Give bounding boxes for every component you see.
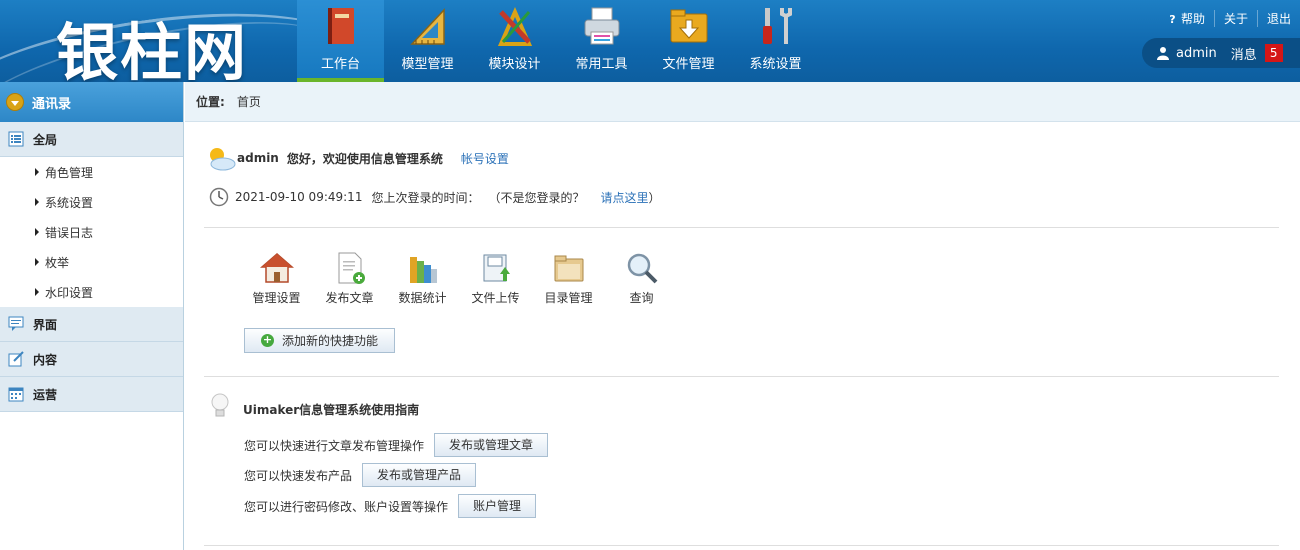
last-login-line: 2021-09-10 09:49:11 您上次登录的时间： （不是您登录的？ 请… <box>209 187 670 207</box>
user-bar: admin 消息 5 <box>1142 38 1300 68</box>
guide-title: Uimaker信息管理系统使用指南 <box>243 403 420 417</box>
guide-row: 您可以快速进行文章发布管理操作 发布或管理文章 <box>244 433 549 457</box>
quick-search[interactable]: 查询 <box>605 251 678 306</box>
help-icon: ? <box>1169 13 1176 26</box>
breadcrumb-label: 位置: <box>196 95 225 109</box>
manage-articles-button[interactable]: 发布或管理文章 <box>434 433 549 457</box>
click-here-link[interactable]: 请点这里 <box>600 189 648 206</box>
group-label: 内容 <box>33 352 58 367</box>
divider <box>204 227 1279 228</box>
divider <box>204 376 1279 377</box>
last-login-time: 2021-09-10 09:49:11 <box>235 190 363 204</box>
folder-download-icon <box>670 9 707 43</box>
printer-icon <box>584 7 619 45</box>
main-nav: 工作台 模型管理 模块设计 常用工具 文件管理 系统设置 <box>297 0 819 82</box>
about-link[interactable]: 关于 <box>1213 10 1257 27</box>
logout-link[interactable]: 退出 <box>1256 10 1300 27</box>
guide-row: 您可以快速发布产品 发布或管理产品 <box>244 463 477 487</box>
sidebar-item-roles[interactable]: 角色管理 <box>0 157 183 187</box>
group-label: 界面 <box>33 317 58 332</box>
not-you-text: （不是您登录的？ <box>488 190 585 205</box>
new-document-icon <box>338 252 365 284</box>
wrench-screwdriver-icon <box>762 8 792 44</box>
ruler-icon <box>409 8 445 45</box>
username[interactable]: admin <box>1176 46 1217 61</box>
triangle-right-icon <box>35 288 39 296</box>
calendar-icon <box>8 387 24 402</box>
quick-manage-settings[interactable]: 管理设置 <box>240 251 313 306</box>
triangle-right-icon <box>35 228 39 236</box>
folder-icon <box>554 255 583 282</box>
sidebar-title: 通讯录 <box>32 96 72 112</box>
edit-icon <box>8 351 24 367</box>
welcome-text: 您好，欢迎使用信息管理系统 <box>286 151 443 166</box>
top-links: ? 帮助 关于 退出 <box>1157 10 1300 27</box>
nav-tab-tools[interactable]: 常用工具 <box>558 0 645 82</box>
triangle-right-icon <box>35 168 39 176</box>
quick-data-stats[interactable]: 数据统计 <box>386 251 459 306</box>
welcome-line: admin 您好，欢迎使用信息管理系统 帐号设置 <box>205 145 509 171</box>
sidebar-item-enum[interactable]: 枚举 <box>0 247 183 277</box>
nav-tab-model[interactable]: 模型管理 <box>384 0 471 82</box>
sidebar-group-content[interactable]: 内容 <box>0 342 183 377</box>
book-icon <box>327 8 354 44</box>
nav-label: 模型管理 <box>401 57 454 72</box>
nav-label: 模块设计 <box>488 57 541 72</box>
lightbulb-icon <box>211 393 229 417</box>
sun-cloud-icon <box>210 148 236 171</box>
nav-label: 系统设置 <box>749 57 802 72</box>
sidebar-item-errorlog[interactable]: 错误日志 <box>0 217 183 247</box>
triangle-right-icon <box>35 258 39 266</box>
sidebar-group-operations[interactable]: 运营 <box>0 377 183 412</box>
breadcrumb-current[interactable]: 首页 <box>237 93 261 110</box>
main-content: admin 您好，欢迎使用信息管理系统 帐号设置 2021-09-10 09:4… <box>185 123 1300 550</box>
messages-link[interactable]: 消息 <box>1231 44 1257 63</box>
quick-actions: 管理设置 发布文章 数据统计 文件上传 目录管理 查询 <box>240 251 678 306</box>
message-count-badge[interactable]: 5 <box>1264 44 1283 62</box>
collapse-arrow-icon <box>6 93 24 111</box>
manage-products-button[interactable]: 发布或管理产品 <box>362 463 477 487</box>
quick-publish-article[interactable]: 发布文章 <box>313 251 386 306</box>
group-label: 运营 <box>33 387 58 402</box>
clock-icon <box>209 187 229 207</box>
add-quick-action-button[interactable]: + 添加新的快捷功能 <box>244 328 396 353</box>
house-icon <box>259 253 294 283</box>
magnifier-icon <box>627 253 657 284</box>
welcome-username: admin <box>237 151 279 165</box>
group-label: 全局 <box>33 132 58 147</box>
nav-label: 工作台 <box>320 57 360 72</box>
bar-books-icon <box>409 257 437 283</box>
file-upload-icon <box>483 254 510 282</box>
help-link[interactable]: ? 帮助 <box>1157 10 1214 27</box>
sidebar-item-system[interactable]: 系统设置 <box>0 187 183 217</box>
user-icon <box>1157 47 1169 60</box>
close-paren: ） <box>648 190 661 205</box>
sidebar: 通讯录 全局 角色管理 系统设置 错误日志 枚举 水印设置 界面 内容 运营 <box>0 82 184 550</box>
quick-directory[interactable]: 目录管理 <box>532 251 605 306</box>
triangle-right-icon <box>35 198 39 206</box>
nav-tab-files[interactable]: 文件管理 <box>645 0 732 82</box>
plus-icon: + <box>261 333 274 347</box>
divider <box>204 545 1279 546</box>
account-settings-link[interactable]: 帐号设置 <box>461 150 509 167</box>
sidebar-group-global[interactable]: 全局 <box>0 122 183 157</box>
sidebar-item-watermark[interactable]: 水印设置 <box>0 277 183 307</box>
list-icon <box>8 131 24 147</box>
last-login-label: 您上次登录的时间： <box>371 190 480 205</box>
nav-tab-workbench[interactable]: 工作台 <box>297 0 384 82</box>
nav-label: 文件管理 <box>662 57 715 72</box>
site-logo[interactable]: 银柱网 <box>56 2 248 82</box>
design-tools-icon <box>497 7 532 46</box>
account-management-button[interactable]: 账户管理 <box>458 494 537 518</box>
nav-tab-settings[interactable]: 系统设置 <box>732 0 819 82</box>
breadcrumb: 位置: 首页 <box>185 82 1300 122</box>
sidebar-header[interactable]: 通讯录 <box>0 82 183 122</box>
top-header: 银柱网 工作台 模型管理 模块设计 常用工具 文件管理 系统设置 ? 帮助 关于… <box>0 0 1300 82</box>
nav-label: 常用工具 <box>575 57 628 72</box>
guide-row: 您可以进行密码修改、账户设置等操作 账户管理 <box>244 494 537 518</box>
chat-icon <box>8 316 24 331</box>
nav-tab-module[interactable]: 模块设计 <box>471 0 558 82</box>
quick-file-upload[interactable]: 文件上传 <box>459 251 532 306</box>
sidebar-group-interface[interactable]: 界面 <box>0 307 183 342</box>
